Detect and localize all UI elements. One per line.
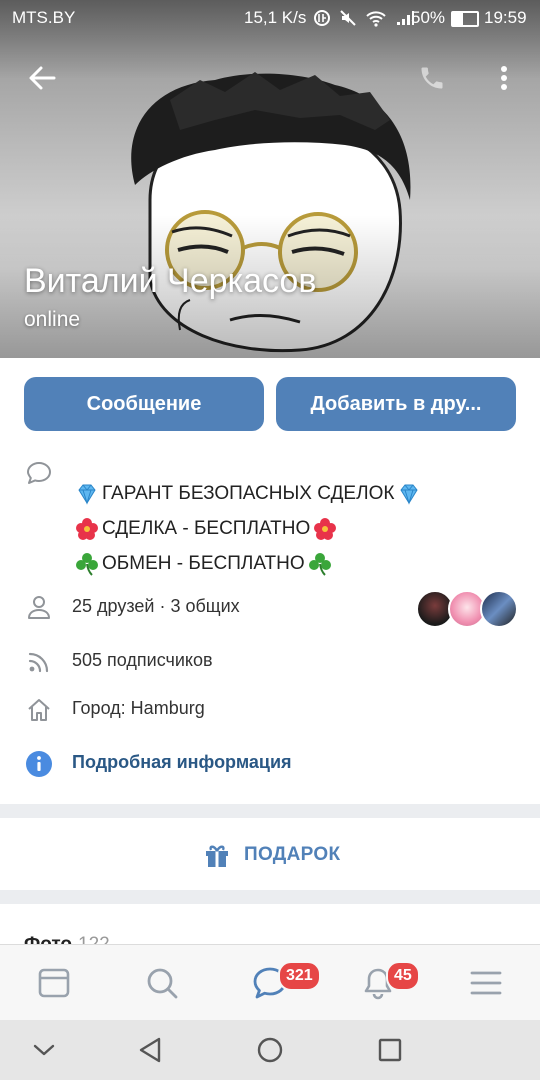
shamrock-icon xyxy=(308,552,331,576)
system-back-button[interactable] xyxy=(130,1030,170,1070)
gift-icon xyxy=(206,845,228,867)
status-icons xyxy=(313,9,415,27)
status-line-3: ОБМЕН - БЕСПЛАТНО xyxy=(74,546,422,581)
tab-messages[interactable]: 321 xyxy=(250,961,321,1003)
battery-percent: 50% xyxy=(411,8,446,27)
avatar xyxy=(480,590,518,628)
speech-bubble-icon xyxy=(27,462,51,484)
gift-button[interactable]: ПОДАРОК xyxy=(0,818,540,890)
profile-status-text: ГАРАНТ БЕЗОПАСНЫХ СДЕЛОК СДЕЛКА - БЕСПЛА… xyxy=(74,476,422,581)
news-icon xyxy=(38,968,70,998)
status-icon-wrap xyxy=(24,458,54,488)
status-line-1: ГАРАНТ БЕЗОПАСНЫХ СДЕЛОК xyxy=(74,476,422,511)
house-icon xyxy=(28,699,50,721)
status-line-2-text: СДЕЛКА - БЕСПЛАТНО xyxy=(102,518,311,539)
city-row: Город: Hamburg xyxy=(0,692,540,728)
message-button[interactable]: Сообщение xyxy=(24,377,264,431)
system-recents-button[interactable] xyxy=(370,1030,410,1070)
lte-icon xyxy=(314,10,330,26)
profile-name: Виталий Черкасов xyxy=(24,262,317,300)
profile-info-card: Сообщение Добавить в дру... ГАРАНТ БЕЗОП… xyxy=(0,358,540,804)
shamrock-icon xyxy=(76,552,98,576)
tab-notifications[interactable]: 45 xyxy=(358,961,420,1003)
hide-navbar-button[interactable] xyxy=(24,1030,64,1070)
person-icon xyxy=(28,596,50,619)
gift-content: ПОДАРОК xyxy=(204,842,340,868)
friends-count: 25 друзей · 3 общих xyxy=(72,596,240,616)
search-icon xyxy=(147,968,178,999)
info-icon xyxy=(26,751,52,777)
arrow-left-icon xyxy=(29,66,56,90)
hibiscus-icon xyxy=(76,517,98,540)
bottom-tab-bar: 321 45 xyxy=(0,944,540,1021)
notifications-badge: 45 xyxy=(386,961,420,991)
person-icon-wrap xyxy=(24,592,54,622)
status-line-3-text: ОБМЕН - БЕСПЛАТНО xyxy=(102,553,305,574)
more-info-row[interactable]: Подробная информация xyxy=(0,746,540,782)
gift-label: ПОДАРОК xyxy=(244,844,341,865)
home-circle-icon xyxy=(257,1037,283,1063)
mute-icon xyxy=(340,10,356,26)
mutual-friends-avatars[interactable] xyxy=(416,590,518,628)
battery-icon xyxy=(451,11,479,27)
followers-row[interactable]: 505 подписчиков xyxy=(0,644,540,680)
rss-icon-wrap xyxy=(24,647,54,677)
wifi-icon xyxy=(366,11,386,27)
clock: 19:59 xyxy=(484,8,527,27)
diamond-icon xyxy=(400,484,419,505)
system-home-button[interactable] xyxy=(250,1030,290,1070)
recent-square-icon xyxy=(378,1038,402,1062)
call-button[interactable] xyxy=(412,58,452,98)
back-triangle-icon xyxy=(139,1037,161,1063)
house-icon-wrap xyxy=(24,695,54,725)
profile-cover[interactable] xyxy=(0,0,540,358)
status-line-2: СДЕЛКА - БЕСПЛАТНО xyxy=(74,511,422,546)
messages-badge: 321 xyxy=(278,961,321,991)
system-status-bar: MTS.BY 15,1 K/s 50% 19:59 xyxy=(0,0,540,36)
tab-news[interactable] xyxy=(34,963,74,1003)
friends-row[interactable]: 25 друзей · 3 общих xyxy=(0,588,540,628)
status-line-1-text: ГАРАНТ БЕЗОПАСНЫХ СДЕЛОК xyxy=(102,483,395,504)
more-vertical-icon xyxy=(501,66,507,90)
add-friend-button[interactable]: Добавить в дру... xyxy=(276,377,516,431)
more-info-link[interactable]: Подробная информация xyxy=(72,752,292,773)
tab-search[interactable] xyxy=(142,963,182,1003)
online-status: online xyxy=(24,308,81,331)
followers-count: 505 подписчиков xyxy=(72,650,213,670)
tab-menu[interactable] xyxy=(466,963,506,1003)
chevron-down-icon xyxy=(33,1044,55,1056)
more-button[interactable] xyxy=(484,58,524,98)
diamond-icon xyxy=(78,484,96,505)
phone-icon xyxy=(421,67,443,89)
menu-icon xyxy=(470,971,502,995)
cover-shade xyxy=(0,0,540,358)
hibiscus-icon xyxy=(314,517,337,540)
carrier-label: MTS.BY xyxy=(12,8,76,27)
info-icon-wrap xyxy=(24,749,54,779)
network-speed: 15,1 K/s xyxy=(244,8,307,27)
back-button[interactable] xyxy=(22,58,62,98)
system-navigation-bar xyxy=(0,1020,540,1080)
city-text: Город: Hamburg xyxy=(72,698,205,718)
rss-icon xyxy=(28,652,49,673)
